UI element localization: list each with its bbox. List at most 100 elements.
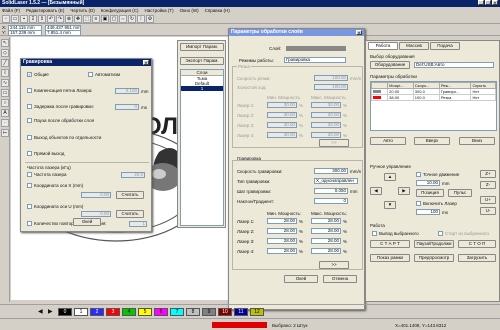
equip-select[interactable]: Def:USB:Авто	[414, 62, 494, 68]
ungroup-icon[interactable]: ▢	[110, 14, 118, 23]
u-plus-button[interactable]: U+	[480, 196, 496, 204]
equip-button[interactable]: Оборудование	[370, 61, 410, 69]
color-swatch[interactable]: 10	[218, 308, 232, 316]
point-icon[interactable]: ·	[1, 119, 9, 127]
laser-max-field[interactable]: 28.00	[311, 248, 341, 254]
freq-checkbox[interactable]: Частота лазера	[27, 172, 67, 178]
step-value-field[interactable]: 10.00	[416, 180, 440, 186]
laser-min-field[interactable]: 28.00	[267, 238, 297, 244]
stop-button[interactable]: С Т О П	[458, 240, 496, 248]
laser-min-field[interactable]: 30.00	[267, 132, 297, 138]
menu-item[interactable]: Окно (W)	[180, 8, 199, 13]
line-icon[interactable]: ╱	[1, 59, 9, 67]
auto-checkbox[interactable]: Автоматизм	[88, 72, 120, 78]
settings-icon[interactable]: ⚙	[146, 14, 154, 23]
spot-comp-checkbox[interactable]: Компенсация пятна Лазера:	[27, 88, 93, 94]
u-read-button[interactable]: Считать	[116, 210, 144, 218]
idle-field[interactable]: 100.00	[314, 84, 348, 90]
import-icon[interactable]: ↧	[29, 14, 37, 23]
u-coord-field[interactable]: 0.00	[81, 211, 111, 217]
laser-max-field[interactable]: 30.00	[311, 122, 341, 128]
menu-item[interactable]: Настройка (T)	[145, 8, 174, 13]
color-swatch[interactable]: 12	[250, 308, 264, 316]
color-swatch[interactable]: 8	[186, 308, 200, 316]
delay-checkbox[interactable]: Задержка после гравировки:	[27, 104, 94, 110]
arrow-down-icon[interactable]: ▼	[384, 201, 396, 209]
color-swatch[interactable]: 5	[138, 308, 152, 316]
more-cut-button[interactable]: >>	[319, 139, 349, 147]
color-swatch[interactable]: 1	[74, 308, 88, 316]
list-item[interactable]: 1	[181, 86, 223, 91]
color-swatch[interactable]: 0	[58, 308, 72, 316]
close-icon[interactable]: ×	[492, 0, 498, 5]
more-engrave-button[interactable]: >>	[319, 261, 349, 269]
laser-max-field[interactable]: 30.00	[311, 132, 341, 138]
general-checkbox[interactable]: ✓ Общие	[27, 72, 49, 78]
step-field[interactable]: 0.050	[314, 188, 348, 194]
x-read-button[interactable]: Считать	[116, 191, 144, 199]
layer-table[interactable]: Мощн... Скоро... Реж... Скрыть 20.00 300.0 Гра…	[370, 81, 497, 131]
pan-icon[interactable]: ✥	[74, 14, 82, 23]
up-button[interactable]: Вверх	[414, 137, 450, 145]
laser-min-field[interactable]: 30.00	[267, 122, 297, 128]
palette-left-icon[interactable]: ◀	[38, 308, 46, 316]
z-minus-button[interactable]: Z-	[480, 181, 496, 189]
start-button[interactable]: С Т А Р Т	[370, 240, 410, 248]
align-icon[interactable]: ≡	[92, 14, 100, 23]
eng-type-select[interactable]: X_однонаправлен	[314, 178, 358, 184]
x-coord-field[interactable]: 0.00	[81, 192, 111, 198]
color-swatch[interactable]: 3	[106, 308, 120, 316]
color-swatch[interactable]: 4	[122, 308, 136, 316]
redo-icon[interactable]: ↷	[56, 14, 64, 23]
repeat-field[interactable]: 1	[129, 221, 147, 227]
pulse-button[interactable]: Пульс	[448, 189, 472, 197]
menu-item[interactable]: Файл (F)	[2, 8, 20, 13]
rotate-icon[interactable]: ↻	[128, 14, 136, 23]
laser-max-field[interactable]: 28.00	[311, 228, 341, 234]
y-field[interactable]: 157.239 mm	[8, 30, 42, 36]
spot-comp-field[interactable]: 0.100	[115, 88, 139, 94]
preview-button[interactable]: Предпросмотр	[414, 254, 454, 262]
tab-work[interactable]: Работа	[368, 42, 398, 50]
laser-min-field[interactable]: 30.00	[267, 102, 297, 108]
menu-item[interactable]: Справка (H)	[205, 8, 230, 13]
select-checkbox[interactable]: Выход объектов по отдельности	[27, 135, 101, 141]
close-icon[interactable]: ×	[356, 30, 362, 35]
eng-speed-field[interactable]: 300.00	[314, 168, 348, 174]
h-field[interactable]: 7.851.4 mm	[45, 30, 81, 36]
open-icon[interactable]: ▭	[11, 14, 19, 23]
delay-field[interactable]: 0	[115, 104, 139, 110]
laser-max-field[interactable]: 30.00	[311, 102, 341, 108]
mirror-icon[interactable]: ⇔	[119, 14, 127, 23]
palette-right-icon[interactable]: ▶	[48, 308, 56, 316]
cut-speed-field[interactable]: 100.00	[314, 75, 348, 81]
z-plus-button[interactable]: Z+	[480, 170, 496, 178]
process-ok-button[interactable]: Окей	[284, 275, 318, 283]
pause-button[interactable]: Пауза/Продолжи	[414, 240, 454, 248]
undo-icon[interactable]: ↶	[47, 14, 55, 23]
position-button[interactable]: Позиция	[416, 189, 444, 197]
laser-max-field[interactable]: 28.00	[311, 218, 341, 224]
laser-max-field[interactable]: 28.00	[311, 238, 341, 244]
menu-item[interactable]: Чертить (D)	[70, 8, 94, 13]
color-swatch[interactable]: 7	[170, 308, 184, 316]
layers-list[interactable]: Слои Тьма Default 1	[180, 69, 224, 226]
freq-field[interactable]: 20.0	[121, 172, 145, 178]
auto-button[interactable]: Авто	[370, 137, 406, 145]
arrow-up-icon[interactable]: ▲	[384, 173, 396, 181]
x-coord-checkbox[interactable]: Координата оси X (mm)	[27, 183, 83, 189]
color-swatch[interactable]: 6	[154, 308, 168, 316]
laser-min-field[interactable]: 28.00	[267, 248, 297, 254]
laser-max-field[interactable]: 30.00	[311, 112, 341, 118]
menu-item[interactable]: Конфигурация (C)	[101, 8, 139, 13]
pause-checkbox[interactable]: Пауза после обработки слоя	[27, 118, 94, 124]
rect-icon[interactable]: ▭	[1, 89, 9, 97]
curve-icon[interactable]: ∿	[1, 79, 9, 87]
maximize-icon[interactable]: □	[485, 0, 491, 5]
new-icon[interactable]: ▫	[2, 14, 10, 23]
load-button[interactable]: Загрузить	[458, 254, 496, 262]
ellipse-icon[interactable]: ○	[1, 99, 9, 107]
tab-feed[interactable]: Подача	[430, 42, 460, 50]
import-params-button[interactable]: Импорт Парам.	[180, 43, 224, 51]
laser-min-field[interactable]: 30.00	[267, 112, 297, 118]
